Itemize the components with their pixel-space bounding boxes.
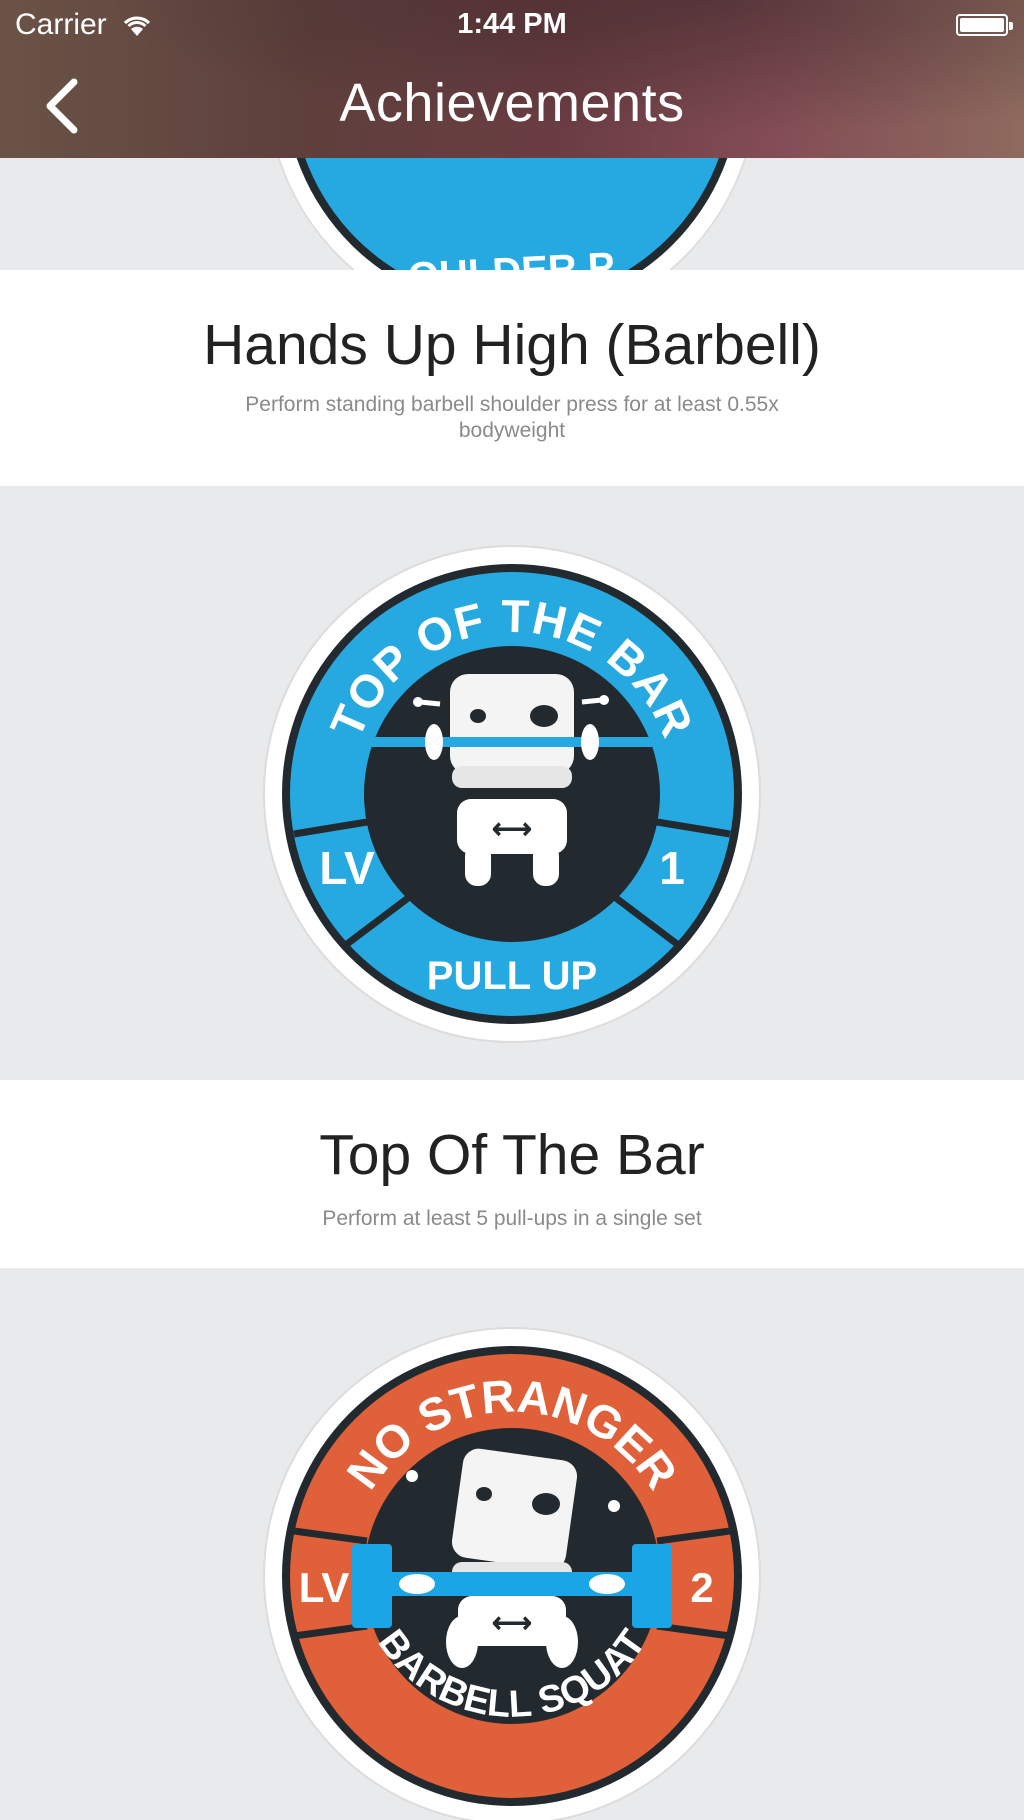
achievement-card[interactable]: Top Of The Bar Perform at least 5 pull-u… [0,1080,1024,1268]
page-title: Achievements [339,73,685,133]
svg-text:⟷: ⟷ [492,1607,532,1638]
achievement-badge-hands-up-high[interactable]: OULDER P [262,158,762,270]
badge-area: NO STRANGER BARBELL SQUAT LV 2 ⟷ [0,1268,1024,1820]
badge-area: TOP OF THE BAR PULL UP LV 1 ⟷ [0,486,1024,1080]
badge-level-number: 1 [659,842,685,894]
navigation-header: Carrier 1:44 PM Achievements [0,0,1024,158]
achievement-badge-top-of-the-bar[interactable]: TOP OF THE BAR PULL UP LV 1 ⟷ [262,544,762,1044]
badge-level-text: LV [299,1564,350,1611]
badge-bottom-text: PULL UP [427,954,597,998]
clock-label: 1:44 PM [457,8,567,40]
achievement-description: Perform at least 5 pull-ups in a single … [322,1207,702,1230]
achievement-title: Top Of The Bar [319,1123,705,1187]
badge-level-number: 2 [690,1564,713,1611]
badge-area: OULDER P [0,158,1024,270]
achievement-badge-no-stranger[interactable]: NO STRANGER BARBELL SQUAT LV 2 ⟷ [262,1326,762,1820]
achievement-card[interactable]: Hands Up High (Barbell) Perform standing… [0,270,1024,486]
badge-level-text: LV [319,842,375,894]
svg-text:⟷: ⟷ [492,813,532,844]
battery-icon [956,14,1013,36]
status-bar: Carrier 1:44 PM [0,0,1024,50]
achievement-description: Perform standing barbell shoulder press … [245,393,779,442]
achievement-title: Hands Up High (Barbell) [203,313,821,377]
